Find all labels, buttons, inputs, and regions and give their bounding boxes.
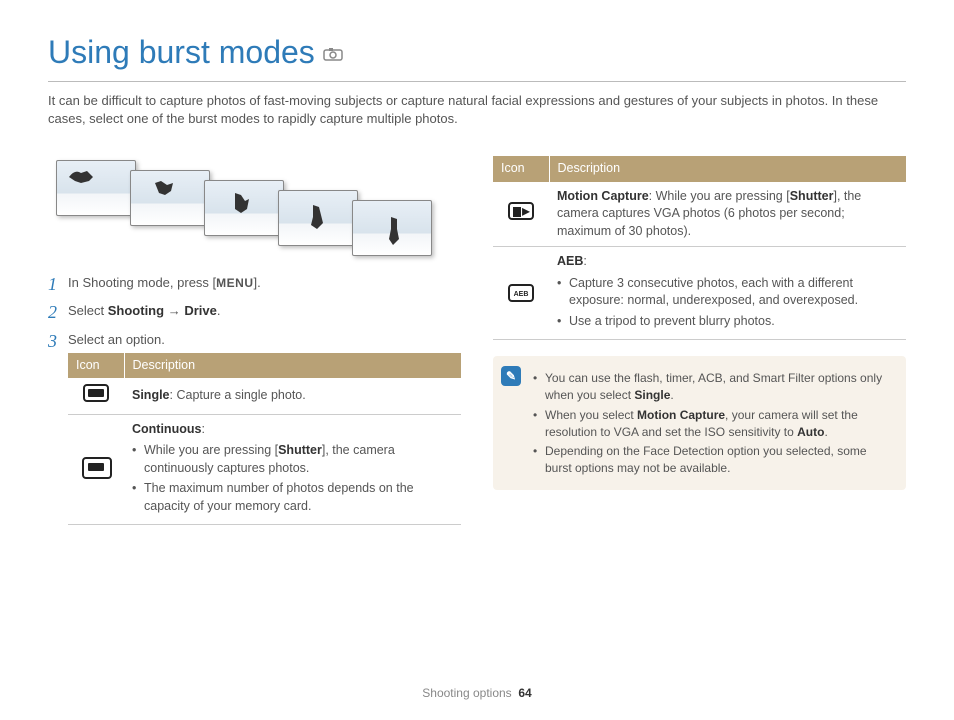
note-icon: ✎ xyxy=(501,366,521,386)
aeb-mode-icon: AEB xyxy=(508,284,534,302)
note-box: ✎ You can use the flash, timer, ACB, and… xyxy=(493,356,906,490)
right-column: Icon Description Motion Capture: While y… xyxy=(493,152,906,535)
options-table-left: Icon Description Single: Capture a singl… xyxy=(68,353,461,526)
single-mode-icon xyxy=(83,384,109,402)
list-item: The maximum number of photos depends on … xyxy=(132,480,453,515)
table-row: AEB AEB: Capture 3 consecutive photos, e… xyxy=(493,247,906,340)
page-number: 64 xyxy=(518,686,531,700)
step-1: In Shooting mode, press [MENU]. xyxy=(48,274,461,292)
step-2: Select Shooting → Drive. xyxy=(48,302,461,320)
list-item: Use a tripod to prevent blurry photos. xyxy=(557,313,898,331)
motion-capture-icon xyxy=(508,202,534,220)
list-item: While you are pressing [Shutter], the ca… xyxy=(132,442,453,477)
page-footer: Shooting options 64 xyxy=(0,685,954,702)
menu-button-label: MENU xyxy=(216,276,253,290)
left-column: In Shooting mode, press [MENU]. Select S… xyxy=(48,152,461,535)
burst-illustration xyxy=(56,160,461,250)
page-title: Using burst modes xyxy=(48,30,315,75)
title-rule xyxy=(48,81,906,82)
continuous-mode-icon xyxy=(83,458,109,476)
table-row: Single: Capture a single photo. xyxy=(68,378,461,414)
th-icon: Icon xyxy=(493,156,549,182)
options-table-right: Icon Description Motion Capture: While y… xyxy=(493,156,906,340)
page-header: Using burst modes xyxy=(48,30,906,75)
list-item: You can use the flash, timer, ACB, and S… xyxy=(533,370,894,404)
th-desc: Description xyxy=(549,156,906,182)
step-3: Select an option. Icon Description Singl… xyxy=(48,331,461,526)
table-row: Continuous: While you are pressing [Shut… xyxy=(68,414,461,525)
list-item: Capture 3 consecutive photos, each with … xyxy=(557,275,898,310)
camera-mode-icon xyxy=(323,46,343,68)
list-item: Depending on the Face Detection option y… xyxy=(533,443,894,477)
th-icon: Icon xyxy=(68,353,124,379)
th-desc: Description xyxy=(124,353,461,379)
list-item: When you select Motion Capture, your cam… xyxy=(533,407,894,441)
intro-text: It can be difficult to capture photos of… xyxy=(48,92,906,128)
table-row: Motion Capture: While you are pressing [… xyxy=(493,182,906,247)
footer-section: Shooting options xyxy=(422,686,511,700)
steps-list: In Shooting mode, press [MENU]. Select S… xyxy=(48,274,461,525)
